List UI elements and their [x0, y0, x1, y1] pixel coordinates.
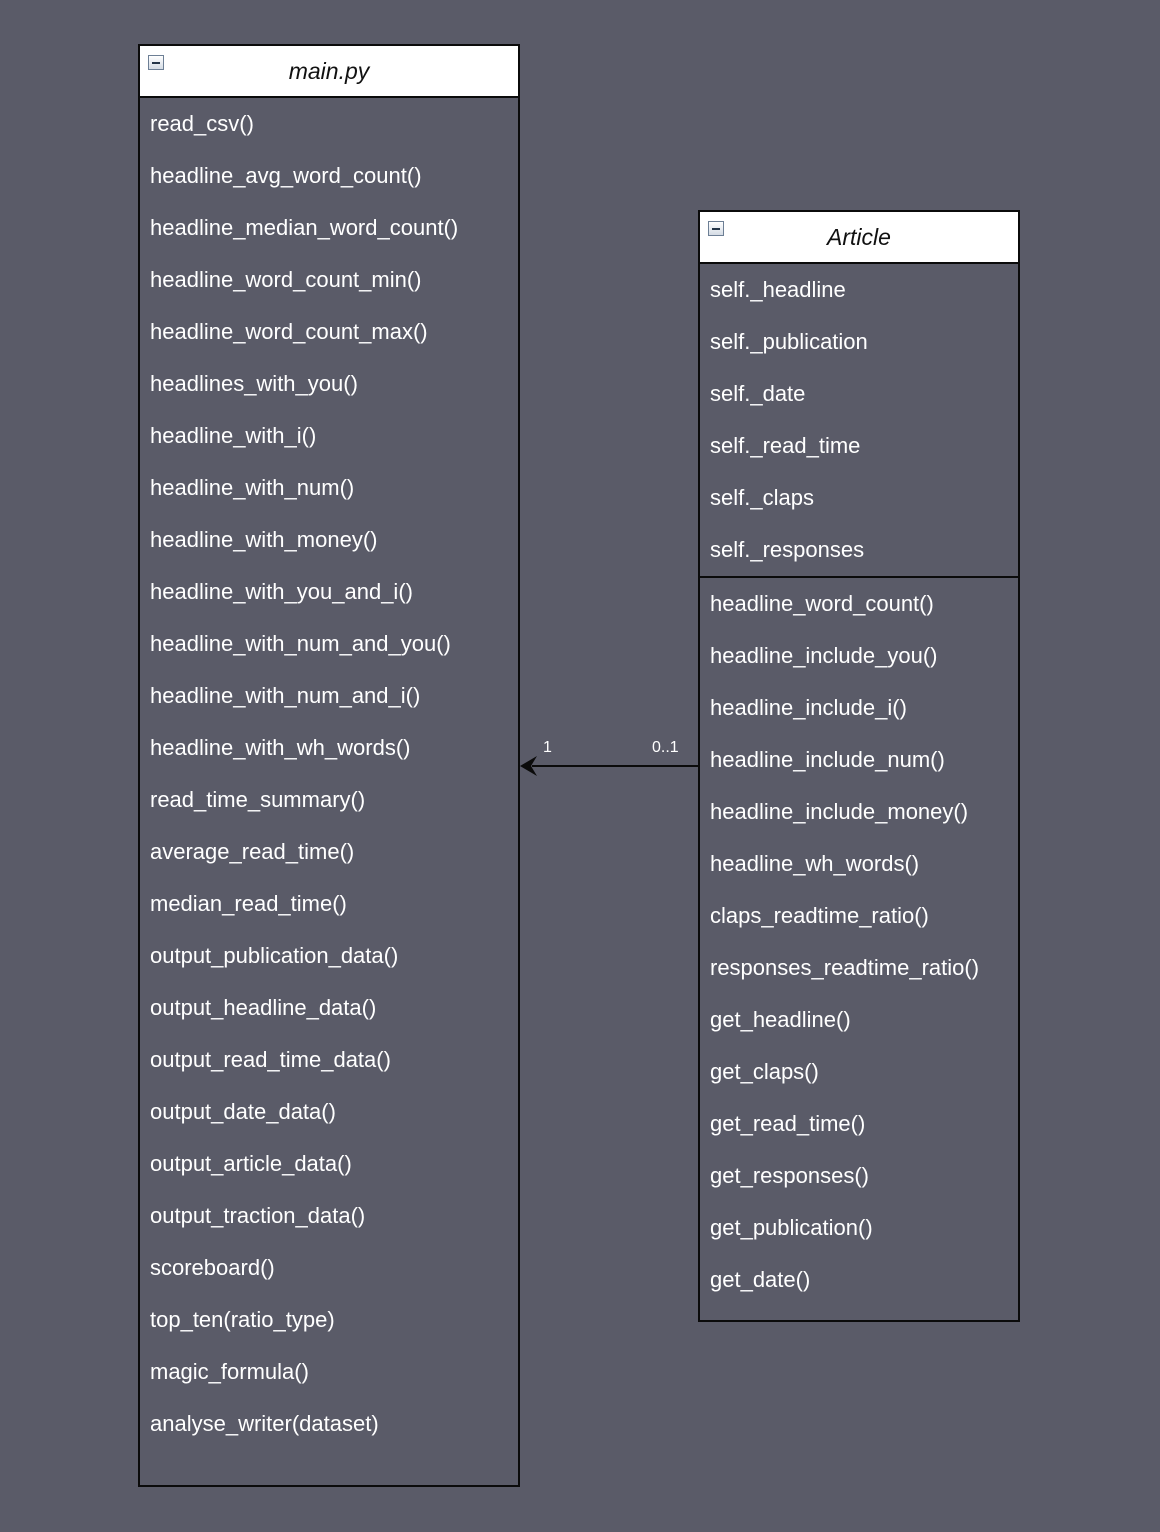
association-connector[interactable]: [0, 0, 1160, 1532]
target-multiplicity-label: 1: [543, 739, 552, 756]
source-multiplicity-label: 0..1: [652, 739, 679, 756]
